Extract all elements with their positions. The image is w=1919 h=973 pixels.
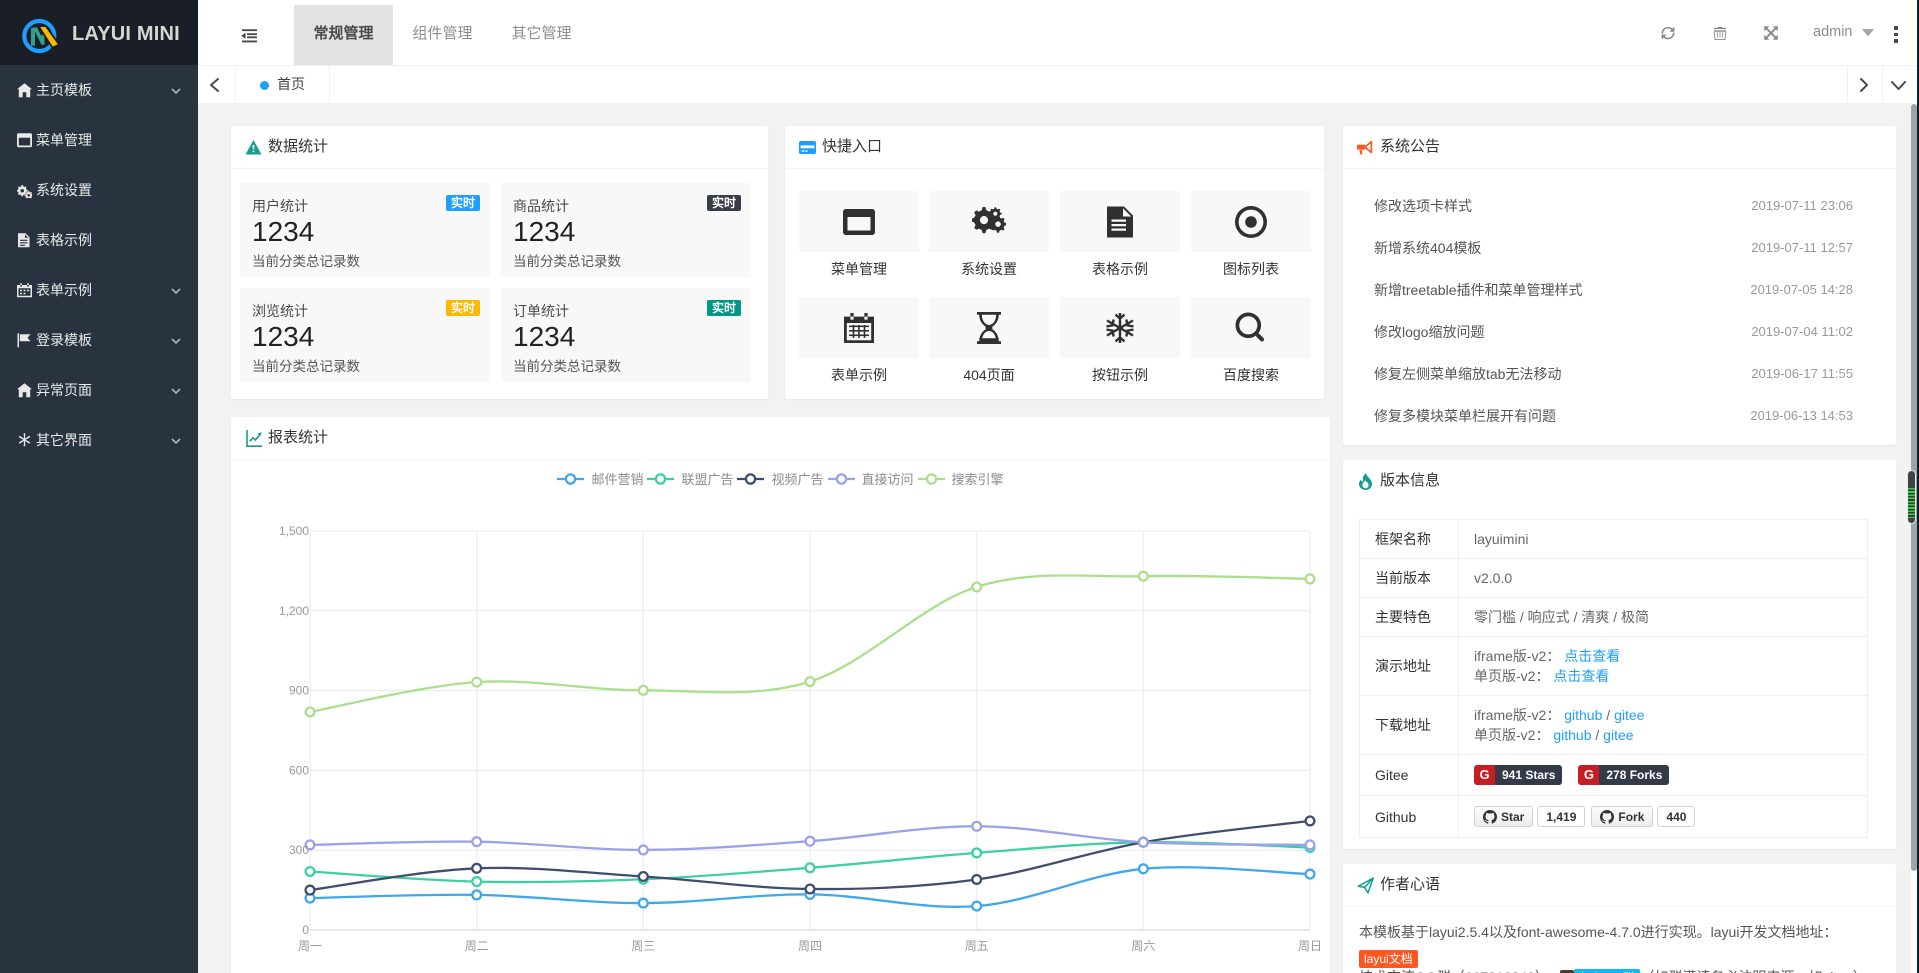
svg-text:1,500: 1,500 [279,524,309,538]
svg-text:周四: 周四 [798,939,822,953]
svg-text:周三: 周三 [631,939,655,953]
svg-text:周二: 周二 [465,939,489,953]
svg-text:周日: 周日 [1298,939,1322,953]
svg-text:周六: 周六 [1131,939,1155,953]
svg-text:600: 600 [289,763,309,777]
svg-text:1,200: 1,200 [279,604,309,618]
svg-text:0: 0 [302,923,309,937]
svg-text:300: 300 [289,843,309,857]
svg-text:周五: 周五 [965,939,989,953]
svg-text:周一: 周一 [298,939,322,953]
svg-text:900: 900 [289,684,309,698]
